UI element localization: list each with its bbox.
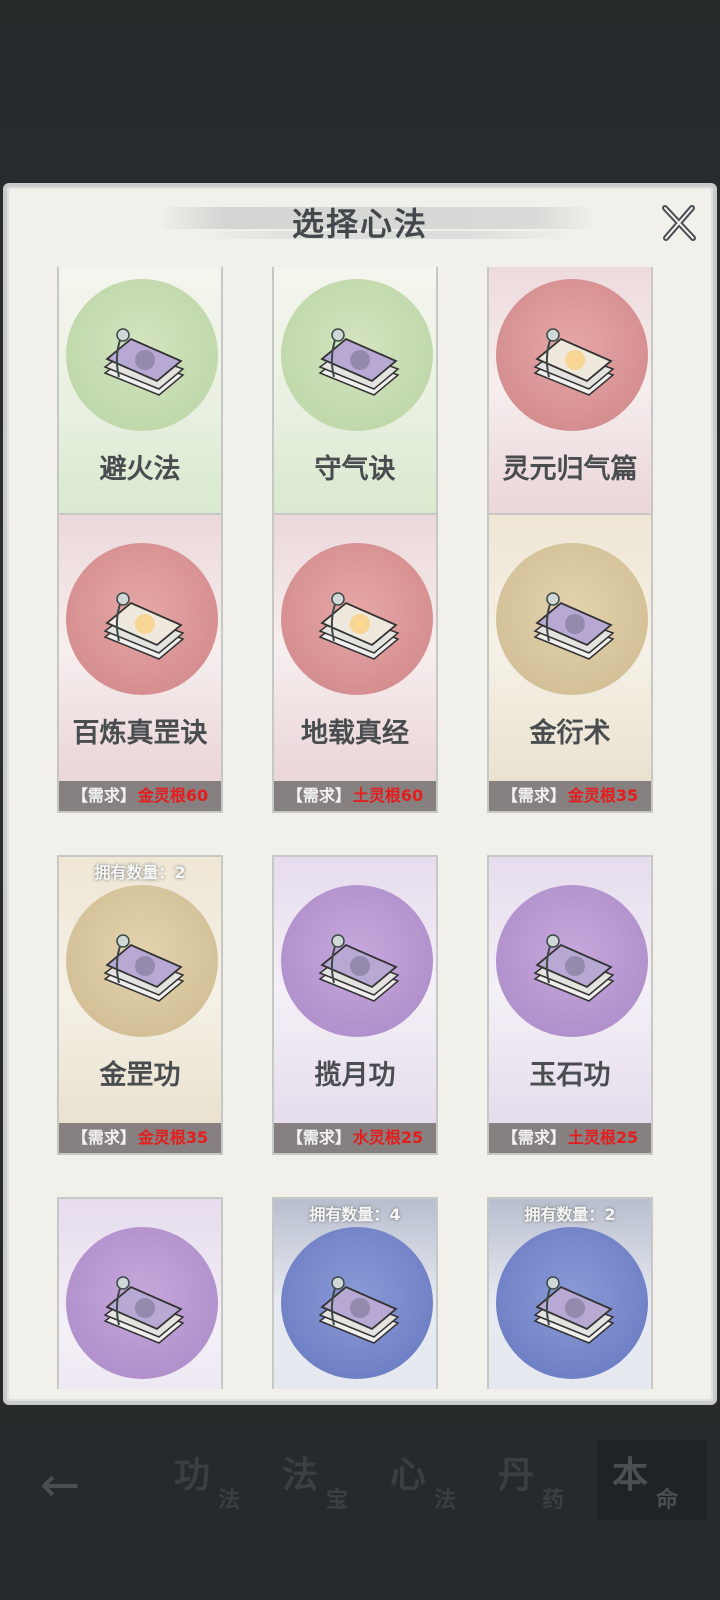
nav-tab-small: 命: [656, 1487, 679, 1513]
manual-card[interactable]: 拥有数量：4: [272, 1197, 438, 1389]
manual-card[interactable]: [57, 1197, 223, 1389]
close-icon[interactable]: [659, 203, 699, 243]
owned-count: 拥有数量：2: [524, 1205, 616, 1224]
manual-book-icon: [527, 321, 617, 401]
manual-card[interactable]: 灵元归气篇【需求】气系造诣5000: [487, 267, 653, 549]
requirement-bar: 【需求】 金灵根35: [59, 1123, 221, 1153]
requirement-value: 金灵根35: [137, 1128, 209, 1147]
manual-book-icon: [312, 1269, 402, 1349]
owned-count: 拥有数量：4: [309, 1205, 401, 1224]
requirement-value: 金灵根35: [567, 786, 639, 805]
requirement-value: 土灵根25: [567, 1128, 639, 1147]
manual-grid[interactable]: 避火法【需求】火灵根1 守气诀【需求】灵根总值10 灵元归气篇【需求】气系造诣500…: [7, 267, 713, 1389]
manual-book-icon: [97, 927, 187, 1007]
manual-card[interactable]: 避火法【需求】火灵根1: [57, 267, 223, 549]
manual-name: 揽月功: [314, 1060, 396, 1091]
nav-tab-gongfa[interactable]: 功 法: [160, 1440, 268, 1520]
nav-tab-big: 功: [174, 1454, 211, 1496]
manual-book-icon: [312, 585, 402, 665]
manual-book-icon: [527, 1269, 617, 1349]
nav-tab-big: 本: [612, 1454, 649, 1496]
manual-card[interactable]: 地载真经【需求】 土灵根60: [272, 513, 438, 813]
nav-tab-small: 法: [218, 1487, 241, 1513]
requirement-value: 水灵根25: [352, 1128, 424, 1147]
nav-tab-fabao[interactable]: 法 宝: [268, 1440, 376, 1520]
requirement-label: 【需求】: [286, 786, 351, 805]
select-manual-dialog: 选择心法 避火法【需求】火灵根1 守气诀【需求】灵根总值10 灵元归气篇【需求】气系…: [3, 183, 717, 1405]
manual-book-icon: [312, 321, 402, 401]
requirement-bar: 【需求】 金灵根60: [59, 781, 221, 811]
manual-card[interactable]: 金衍术【需求】 金灵根35: [487, 513, 653, 813]
manual-name: 玉石功: [529, 1060, 611, 1091]
manual-name: 地载真经: [301, 718, 409, 749]
manual-card[interactable]: 揽月功【需求】 水灵根25: [272, 855, 438, 1155]
nav-tab-big: 法: [282, 1454, 319, 1496]
manual-name: 避火法: [99, 454, 181, 485]
requirement-label: 【需求】: [501, 1128, 566, 1147]
manual-book-icon: [97, 1269, 187, 1349]
manual-card[interactable]: 拥有数量：2: [487, 1197, 653, 1389]
manual-book-icon: [97, 585, 187, 665]
manual-name: 百炼真罡诀: [72, 718, 208, 749]
requirement-label: 【需求】: [71, 786, 136, 805]
nav-tab-benming[interactable]: 本 命: [598, 1440, 706, 1520]
manual-card[interactable]: 守气诀【需求】灵根总值10: [272, 267, 438, 549]
manual-book-icon: [527, 927, 617, 1007]
nav-tab-danyao[interactable]: 丹 药: [484, 1440, 592, 1520]
nav-tab-big: 心: [390, 1454, 427, 1496]
requirement-value: 金灵根60: [137, 786, 209, 805]
manual-book-icon: [527, 585, 617, 665]
requirement-bar: 【需求】 土灵根60: [274, 781, 436, 811]
requirement-bar: 【需求】 水灵根25: [274, 1123, 436, 1153]
manual-card[interactable]: 拥有数量：2 金罡功【需求】 金灵根35: [57, 855, 223, 1155]
requirement-label: 【需求】: [71, 1128, 136, 1147]
dialog-header: 选择心法: [7, 187, 713, 267]
requirement-label: 【需求】: [286, 1128, 351, 1147]
nav-tab-xinfa[interactable]: 心 法: [376, 1440, 484, 1520]
manual-name: 灵元归气篇: [502, 454, 638, 485]
nav-tab-small: 药: [542, 1487, 565, 1513]
manual-card[interactable]: 玉石功【需求】 土灵根25: [487, 855, 653, 1155]
requirement-bar: 【需求】 金灵根35: [489, 781, 651, 811]
requirement-label: 【需求】: [501, 786, 566, 805]
nav-tab-big: 丹: [498, 1454, 535, 1496]
nav-tab-small: 法: [434, 1487, 457, 1513]
manual-name: 守气诀: [314, 454, 396, 485]
manual-book-icon: [312, 927, 402, 1007]
manual-card[interactable]: 百炼真罡诀【需求】 金灵根60: [57, 513, 223, 813]
requirement-bar: 【需求】 土灵根25: [489, 1123, 651, 1153]
requirement-value: 土灵根60: [352, 786, 424, 805]
back-arrow-icon[interactable]: ←: [30, 1460, 90, 1510]
nav-tab-small: 宝: [326, 1487, 349, 1513]
dialog-title: 选择心法: [291, 205, 428, 243]
manual-name: 金罡功: [99, 1060, 181, 1091]
manual-name: 金衍术: [529, 718, 611, 749]
manual-book-icon: [97, 321, 187, 401]
owned-count: 拥有数量：2: [94, 863, 186, 882]
